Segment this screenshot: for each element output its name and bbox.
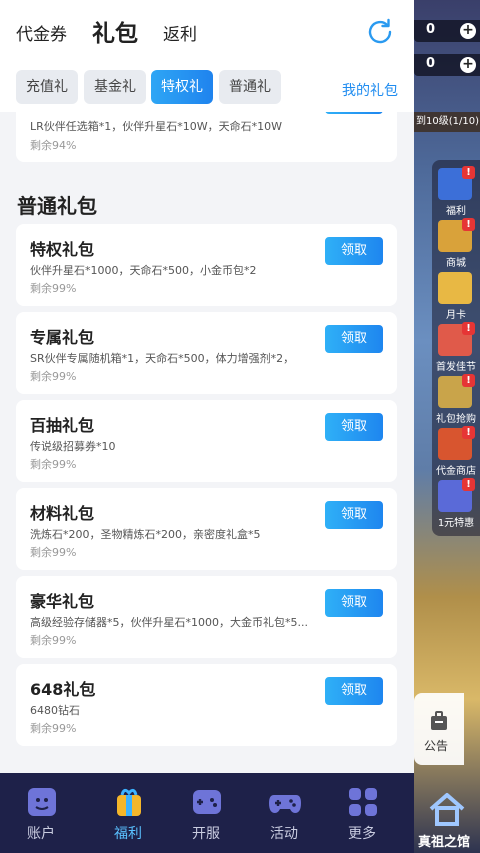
side-item-label: 福利 (446, 206, 466, 217)
resource-counter-2: 0 + (414, 54, 480, 76)
resource-value: 0 (426, 22, 436, 37)
side-item-one-yuan-deal[interactable]: ! 1元特惠 (434, 478, 478, 530)
alert-badge: ! (462, 166, 475, 179)
nav-welfare[interactable]: 福利 (87, 773, 169, 853)
side-item-label: 代金商店 (436, 466, 476, 477)
package-remain: 剩余99% (30, 282, 77, 295)
nav-activity[interactable]: 活动 (243, 773, 325, 853)
notice-icon (431, 711, 447, 730)
package-title: 特权礼包 (30, 240, 95, 259)
gift-bag-icon (117, 788, 141, 816)
side-item-label: 1元特惠 (437, 518, 475, 529)
home-label: 真祖之馆 (418, 835, 471, 850)
home-button[interactable]: 真祖之馆 (414, 783, 480, 853)
tab-gift[interactable]: 礼包 (92, 14, 138, 48)
resource-value: 0 (426, 56, 436, 71)
package-remain: 剩余99% (30, 634, 77, 647)
partial-package-card: 领取 LR伙伴任选箱*1，伙伴升星石*10W，天命石*10W 剩余94% (16, 112, 397, 162)
package-title: 豪华礼包 (30, 592, 95, 611)
subtab-privilege[interactable]: 特权礼包 (151, 70, 213, 129)
side-item-voucher-shop[interactable]: ! 代金商店 (434, 426, 478, 478)
nav-more[interactable]: 更多 (321, 773, 403, 853)
side-item-label: 首发佳节 (436, 362, 476, 373)
gamepad-icon (193, 790, 221, 814)
package-remain: 剩余99% (30, 458, 77, 471)
side-item-gift-rush[interactable]: ! 礼包抢购 (434, 374, 478, 426)
package-card: 材料礼包 洗炼石*200，圣物精炼石*200，亲密度礼盒*5 剩余99% 领取 (16, 488, 397, 570)
package-remain: 剩余99% (30, 546, 77, 559)
package-desc: 伙伴升星石*1000，天命石*500，小金币包*2 (30, 264, 257, 277)
nav-account[interactable]: 账户 (0, 773, 82, 853)
game-background: 0 + 0 + 到10级(1/10) ! 福利 ! 商城 月卡 ! 首发佳节 ! (414, 0, 480, 853)
resource-counter-1: 0 + (414, 20, 480, 42)
game-side-menu: ! 福利 ! 商城 月卡 ! 首发佳节 ! 礼包抢购 ! 代金商店 ! 1元特惠 (432, 160, 480, 536)
tab-rebate[interactable]: 返利 (163, 20, 197, 45)
package-desc: 高级经验存储器*5，伙伴升星石*1000，大金币礼包*5... (30, 616, 308, 629)
package-remain: 剩余99% (30, 370, 77, 383)
package-desc: SR伙伴专属随机箱*1，天命石*500，体力增强剂*2， (30, 352, 295, 365)
package-remain: 剩余99% (30, 722, 77, 735)
package-desc: 洗炼石*200，圣物精炼石*200，亲密度礼盒*5 (30, 528, 261, 541)
add-resource-icon[interactable]: + (460, 57, 476, 73)
alert-badge: ! (462, 322, 475, 335)
package-card: 百抽礼包 传说级招募券*10 剩余99% 领取 (16, 400, 397, 482)
package-title: 材料礼包 (30, 504, 95, 523)
nav-label: 账户 (27, 826, 55, 842)
claim-button[interactable]: 领取 (325, 589, 383, 617)
tab-voucher[interactable]: 代金券 (16, 20, 67, 45)
package-card: 648礼包 6480钻石 剩余99% 领取 (16, 664, 397, 746)
card-icon (438, 272, 472, 304)
side-item-label: 礼包抢购 (436, 414, 476, 425)
claim-button[interactable]: 领取 (325, 112, 383, 114)
side-item-label: 商城 (446, 258, 466, 269)
notice-button[interactable]: 公告 (414, 693, 464, 765)
side-item-monthly-card[interactable]: 月卡 (434, 270, 478, 322)
gift-panel: 代金券 礼包 返利 充值礼包 基金礼包 特权礼包 普通礼包 我的礼包 领取 LR… (0, 0, 414, 773)
bottom-navigation: 账户 福利 开服 活动 更多 (0, 773, 414, 853)
package-title: 百抽礼包 (30, 416, 95, 435)
grid-icon (349, 788, 377, 816)
package-title: 专属礼包 (30, 328, 95, 347)
package-remain: 剩余94% (30, 139, 77, 152)
package-card: 豪华礼包 高级经验存储器*5，伙伴升星石*1000，大金币礼包*5... 剩余9… (16, 576, 397, 658)
nav-label: 活动 (270, 826, 298, 842)
alert-badge: ! (462, 426, 475, 439)
claim-button[interactable]: 领取 (325, 325, 383, 353)
add-resource-icon[interactable]: + (460, 23, 476, 39)
controller-icon (269, 795, 301, 813)
nav-server[interactable]: 开服 (165, 773, 247, 853)
account-icon (28, 788, 56, 816)
claim-button[interactable]: 领取 (325, 237, 383, 265)
side-item-label: 月卡 (446, 310, 466, 321)
side-item-welfare[interactable]: ! 福利 (434, 166, 478, 218)
alert-badge: ! (462, 374, 475, 387)
package-desc: LR伙伴任选箱*1，伙伴升星石*10W，天命石*10W (30, 120, 283, 133)
level-progress-text: 到10级(1/10) (414, 112, 480, 132)
package-card: 专属礼包 SR伙伴专属随机箱*1，天命石*500，体力增强剂*2， 剩余99% … (16, 312, 397, 394)
package-title: 648礼包 (30, 680, 96, 699)
package-list: 领取 LR伙伴任选箱*1，伙伴升星石*10W，天命石*10W 剩余94% 普通礼… (0, 112, 414, 773)
subtab-normal[interactable]: 普通礼包 (219, 70, 281, 129)
notice-label: 公告 (424, 739, 449, 753)
side-item-shop[interactable]: ! 商城 (434, 218, 478, 270)
nav-label: 福利 (114, 826, 142, 842)
package-desc: 6480钻石 (30, 704, 80, 717)
package-card: 特权礼包 伙伴升星石*1000，天命石*500，小金币包*2 剩余99% 领取 (16, 224, 397, 306)
nav-label: 开服 (192, 826, 220, 842)
claim-button[interactable]: 领取 (325, 413, 383, 441)
alert-badge: ! (462, 218, 475, 231)
alert-badge: ! (462, 478, 475, 491)
subtab-recharge[interactable]: 充值礼包 (16, 70, 78, 129)
package-desc: 传说级招募券*10 (30, 440, 116, 453)
nav-label: 更多 (348, 826, 376, 842)
claim-button[interactable]: 领取 (325, 501, 383, 529)
section-title: 普通礼包 (17, 194, 97, 218)
subtab-fund[interactable]: 基金礼包 (84, 70, 146, 129)
side-item-festival[interactable]: ! 首发佳节 (434, 322, 478, 374)
top-navigation: 代金券 礼包 返利 充值礼包 基金礼包 特权礼包 普通礼包 我的礼包 (0, 0, 414, 129)
refresh-icon[interactable] (364, 16, 396, 48)
my-gift-link[interactable]: 我的礼包 (342, 80, 398, 100)
house-icon (429, 793, 465, 826)
claim-button[interactable]: 领取 (325, 677, 383, 705)
